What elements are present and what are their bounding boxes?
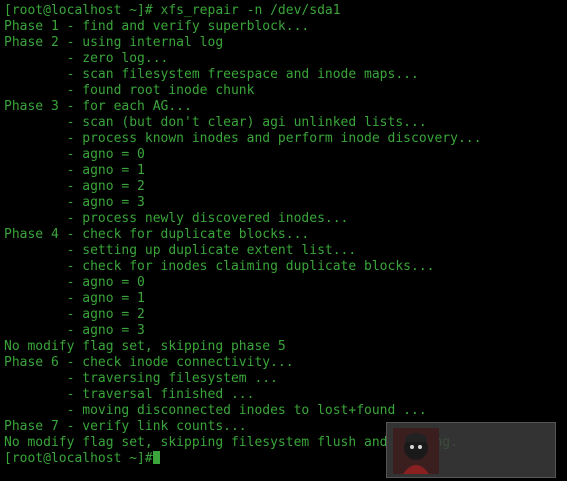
picture-overlay [386, 422, 556, 478]
output-line: - traversal finished ... [4, 387, 255, 402]
output-line: Phase 4 - check for duplicate blocks... [4, 227, 310, 242]
output-line: - scan (but don't clear) agi unlinked li… [4, 115, 427, 130]
output-line: - setting up duplicate extent list... [4, 243, 357, 258]
output-line: - agno = 0 [4, 275, 145, 290]
prompt: [root@localhost ~]# [4, 451, 153, 466]
output-line: - zero log... [4, 51, 169, 66]
output-line: [root@localhost ~]# xfs_repair -n /dev/s… [4, 3, 341, 18]
output-line: Phase 6 - check inode connectivity... [4, 355, 294, 370]
output-line: - process newly discovered inodes... [4, 211, 349, 226]
output-line: - scan filesystem freespace and inode ma… [4, 67, 419, 82]
output-line: - agno = 3 [4, 195, 145, 210]
output-line: Phase 1 - find and verify superblock... [4, 19, 310, 34]
output-line: - agno = 0 [4, 147, 145, 162]
terminal-window[interactable]: [root@localhost ~]# xfs_repair -n /dev/s… [0, 0, 567, 481]
output-line: - agno = 1 [4, 163, 145, 178]
output-line: - agno = 2 [4, 179, 145, 194]
output-line: - found root inode chunk [4, 83, 255, 98]
output-line: - traversing filesystem ... [4, 371, 278, 386]
output-line: - moving disconnected inodes to lost+fou… [4, 403, 427, 418]
output-line: - agno = 1 [4, 291, 145, 306]
output-line: - agno = 3 [4, 323, 145, 338]
output-line: No modify flag set, skipping phase 5 [4, 339, 286, 354]
output-line: Phase 3 - for each AG... [4, 99, 192, 114]
avatar-icon [393, 428, 439, 474]
output-line: Phase 2 - using internal log [4, 35, 224, 50]
output-line: - check for inodes claiming duplicate bl… [4, 259, 435, 274]
output-line: - process known inodes and perform inode… [4, 131, 482, 146]
output-line: - agno = 2 [4, 307, 145, 322]
cursor [152, 451, 160, 464]
